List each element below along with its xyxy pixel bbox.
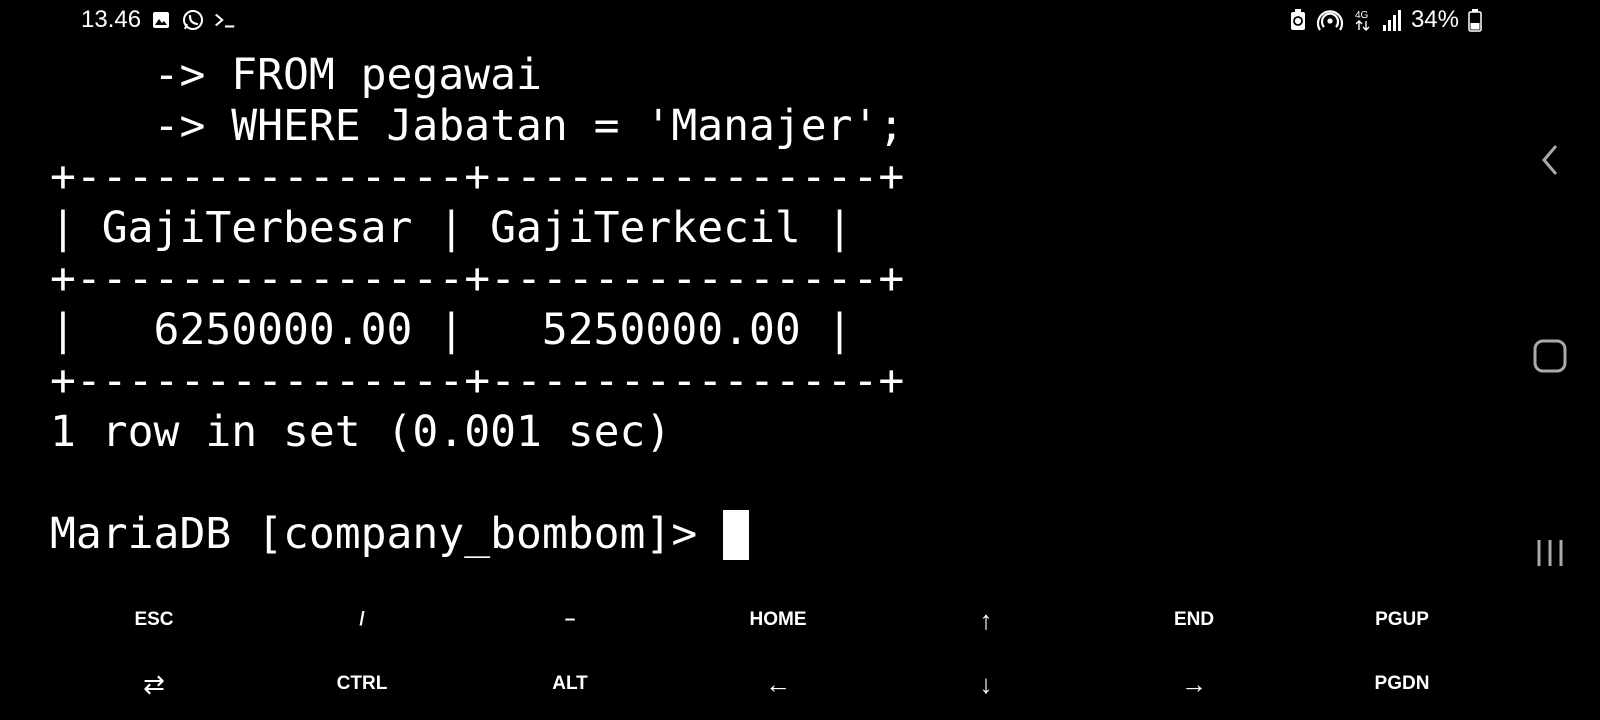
terminal-line: -> WHERE Jabatan = 'Manajer'; (50, 101, 905, 151)
signal-icon (1382, 7, 1402, 33)
status-time: 13.46 (81, 6, 142, 33)
extra-keys-row-1: ESC / – HOME ↑ END PGUP (50, 588, 1475, 652)
recents-button[interactable] (1524, 527, 1576, 579)
back-icon (1542, 145, 1558, 175)
extra-keys-row-2: ⇄ CTRL ALT ← ↓ → PGDN (50, 652, 1475, 716)
svg-text:4G: 4G (1355, 10, 1369, 21)
table-border: +---------------+---------------+ (50, 356, 905, 406)
status-bar-right: 4G 34% (1289, 6, 1482, 34)
4g-data-icon: 4G (1353, 7, 1373, 33)
image-icon (149, 8, 173, 32)
down-arrow-key[interactable]: ↓ (882, 652, 1090, 716)
left-arrow-key[interactable]: ← (674, 652, 882, 716)
home-icon (1533, 339, 1567, 373)
navigation-bar (1500, 0, 1600, 720)
prompt-line[interactable]: MariaDB [company_bombom]> (50, 509, 1490, 560)
home-button[interactable] (1524, 330, 1576, 382)
tab-key[interactable]: ⇄ (50, 652, 258, 716)
pgdn-key[interactable]: PGDN (1298, 652, 1506, 716)
status-bar: 13.46 4G 34% (0, 0, 1600, 44)
back-button[interactable] (1524, 134, 1576, 186)
whatsapp-icon (181, 8, 205, 32)
mariadb-prompt: MariaDB [company_bombom]> (50, 509, 724, 559)
home-key[interactable]: HOME (674, 588, 882, 652)
battery-saver-icon (1289, 7, 1307, 33)
slash-key[interactable]: / (258, 588, 466, 652)
battery-percent: 34% (1410, 6, 1459, 33)
up-arrow-key[interactable]: ↑ (882, 588, 1090, 652)
end-key[interactable]: END (1090, 588, 1298, 652)
query-summary: 1 row in set (0.001 sec) (50, 407, 672, 457)
hotspot-icon (1316, 7, 1344, 33)
recents-icon (1537, 540, 1563, 566)
ctrl-key[interactable]: CTRL (258, 652, 466, 716)
table-header-row: | GajiTerbesar | GajiTerkecil | (50, 203, 853, 253)
pgup-key[interactable]: PGUP (1298, 588, 1506, 652)
table-data-row: | 6250000.00 | 5250000.00 | (50, 305, 853, 355)
right-arrow-key[interactable]: → (1090, 652, 1298, 716)
status-bar-left: 13.46 (81, 6, 237, 34)
esc-key[interactable]: ESC (50, 588, 258, 652)
battery-icon (1468, 7, 1482, 33)
dash-key[interactable]: – (466, 588, 674, 652)
extra-keys-bar: ESC / – HOME ↑ END PGUP ⇄ CTRL ALT ← ↓ →… (50, 588, 1475, 716)
terminal-line: -> FROM pegawai (50, 50, 542, 100)
table-border: +---------------+---------------+ (50, 254, 905, 304)
terminal-icon (213, 8, 237, 32)
alt-key[interactable]: ALT (466, 652, 674, 716)
text-cursor (723, 509, 750, 560)
terminal-output[interactable]: -> FROM pegawai -> WHERE Jabatan = 'Mana… (50, 50, 1490, 560)
table-border: +---------------+---------------+ (50, 152, 905, 202)
